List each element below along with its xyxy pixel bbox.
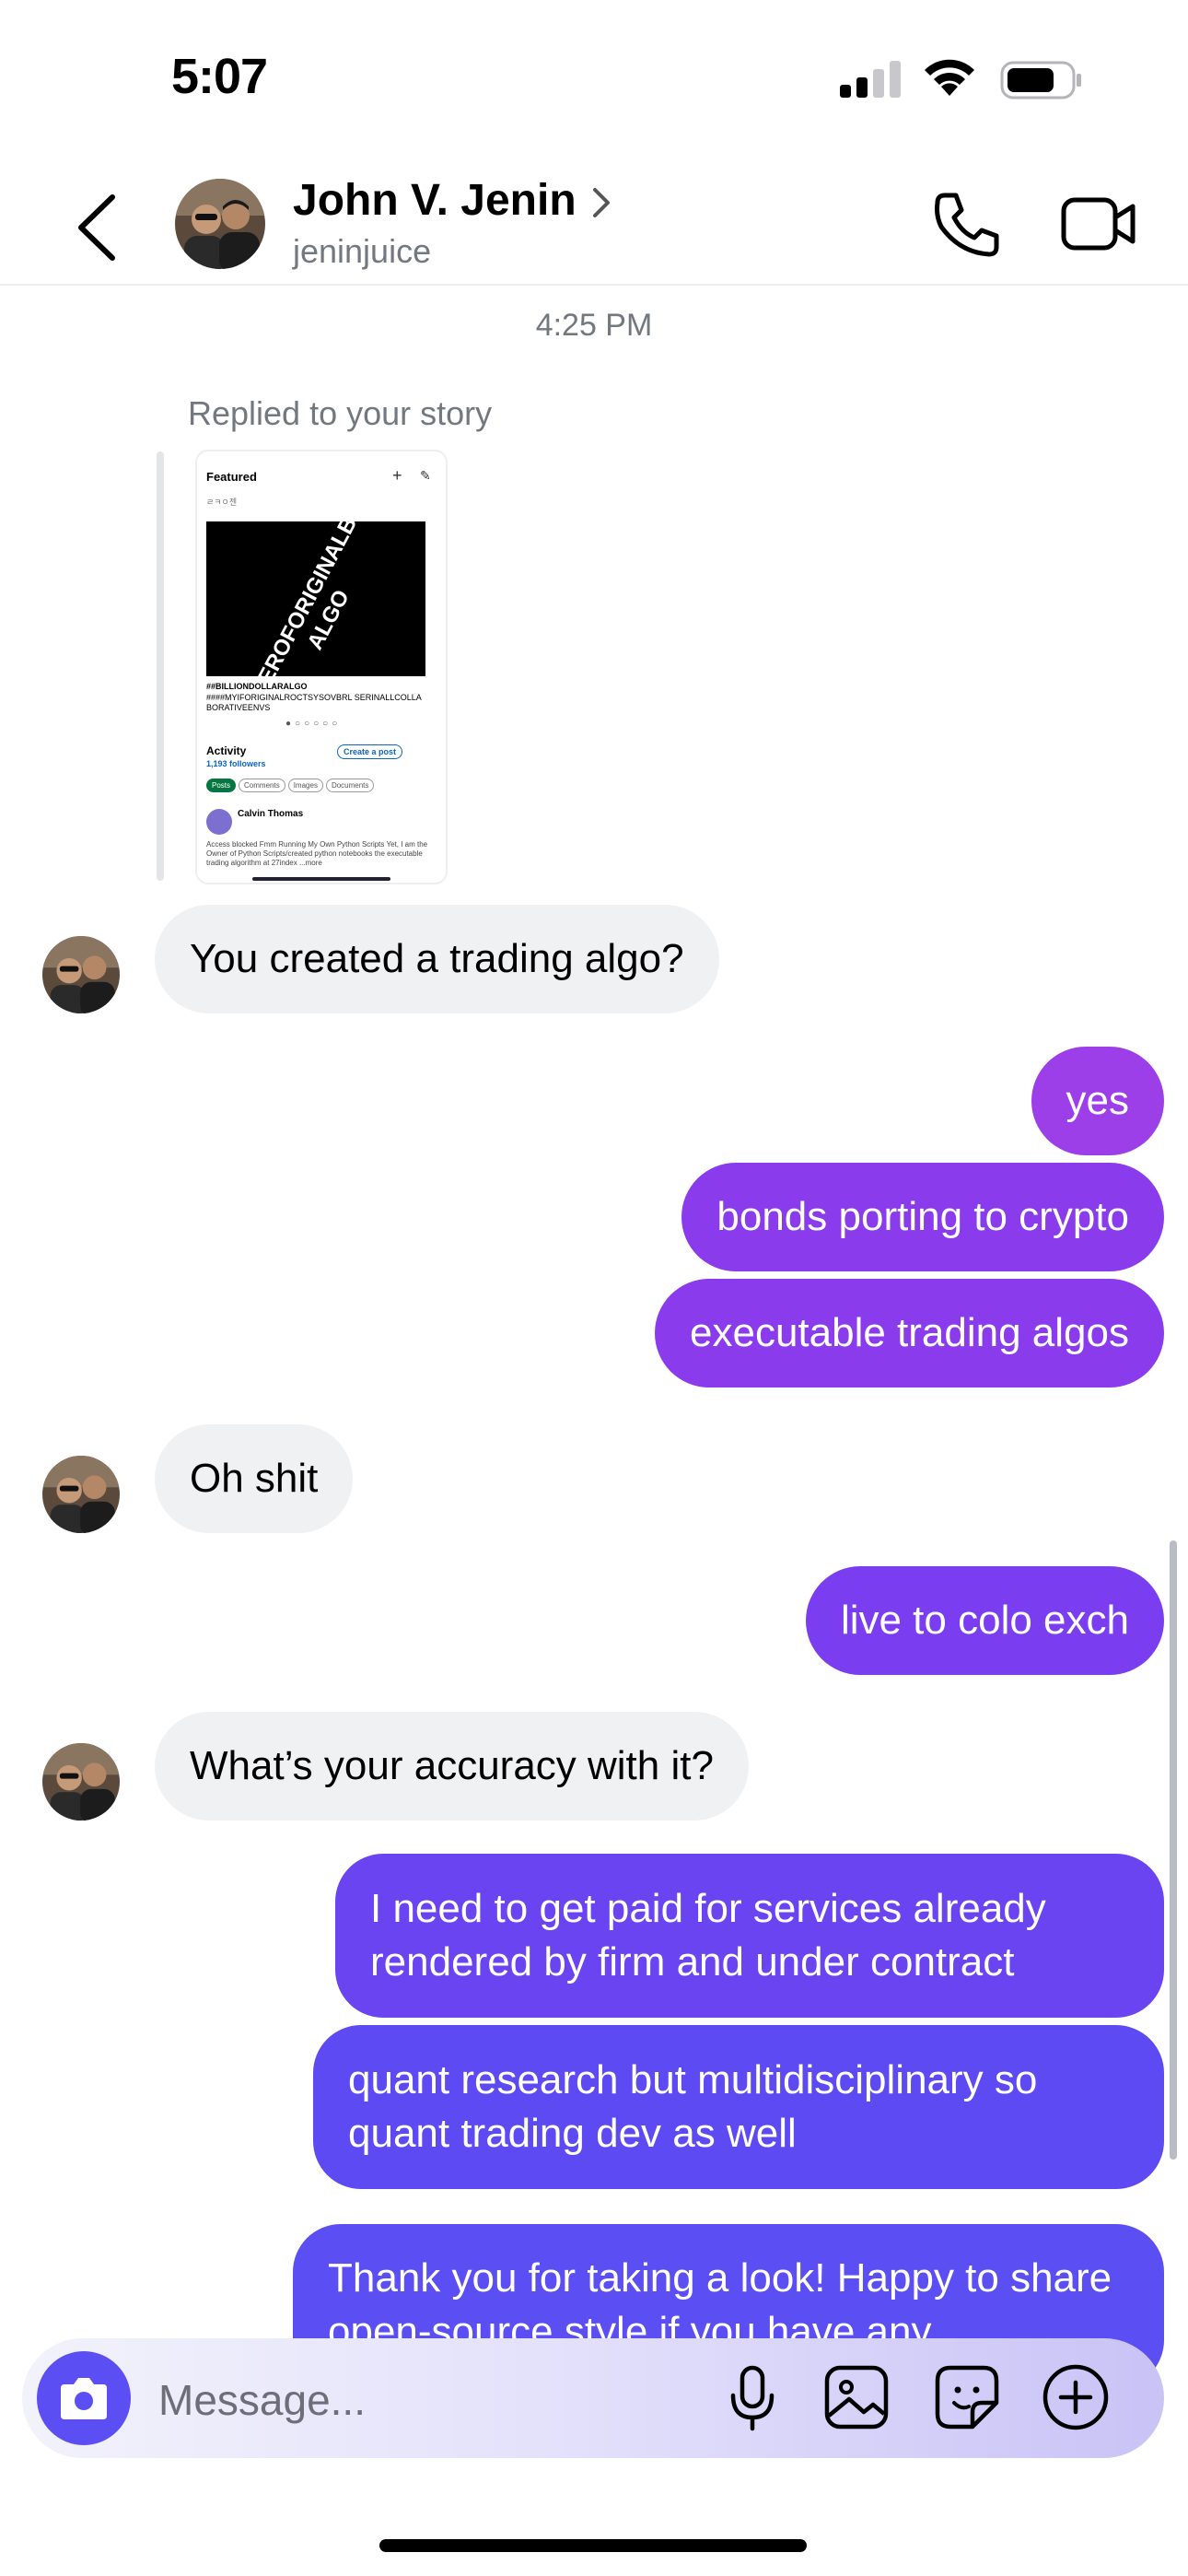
scrollbar[interactable]: [1170, 1540, 1177, 2160]
story-small-label: ㄹㅋㅇ젠: [206, 498, 238, 507]
back-arrow-icon[interactable]: [64, 190, 129, 265]
battery-icon: [1000, 61, 1081, 100]
replied-to-story-label: Replied to your story: [188, 394, 493, 432]
contact-name[interactable]: John V. Jenin: [293, 175, 577, 226]
sender-avatar[interactable]: [42, 1743, 120, 1821]
story-pill: Posts: [206, 779, 237, 792]
story-author-avatar: [206, 809, 232, 835]
story-pill: Images: [287, 779, 323, 792]
message-bubble-outgoing[interactable]: live to colo exch: [805, 1566, 1164, 1675]
plus-circle-icon[interactable]: [1041, 2362, 1111, 2432]
pencil-icon: ✎: [420, 468, 431, 483]
camera-icon: [61, 2378, 107, 2419]
story-author: Calvin Thomas: [238, 809, 304, 819]
wifi-icon: [925, 59, 974, 96]
story-bottom-bar: [252, 877, 390, 881]
chat-header: John V. Jenin jeninjuice: [0, 162, 1188, 286]
message-bubble-incoming[interactable]: What’s your accuracy with it?: [155, 1712, 749, 1821]
home-indicator[interactable]: [379, 2539, 807, 2552]
story-preview[interactable]: Featured + ✎ ㄹㅋㅇ젠 OWNEROFORIGINALBILLI A…: [195, 450, 448, 884]
story-image-text: OWNEROFORIGINALBILLI ALGO: [227, 521, 381, 676]
phone-icon[interactable]: [932, 190, 1002, 260]
message-bubble-outgoing[interactable]: bonds porting to crypto: [681, 1163, 1164, 1271]
status-time: 5:07: [171, 49, 268, 104]
message-bubble-outgoing[interactable]: quant research but multidisciplinary so …: [313, 2025, 1164, 2189]
story-pill: Documents: [325, 779, 375, 792]
plus-icon: +: [392, 466, 402, 485]
story-followers: 1,193 followers: [206, 759, 266, 768]
story-filter-pills: Posts Comments Images Documents: [206, 776, 377, 792]
message-bubble-outgoing[interactable]: yes: [1031, 1047, 1164, 1155]
reply-quote-bar: [157, 451, 164, 881]
message-input[interactable]: [157, 2371, 676, 2429]
message-bubble-incoming[interactable]: You created a trading algo?: [155, 905, 719, 1013]
story-post-body: Access blocked Fmm Running My Own Python…: [206, 840, 428, 867]
story-pill: Comments: [239, 779, 285, 792]
cellular-signal-icon: [840, 61, 901, 98]
sticker-icon[interactable]: [934, 2364, 1000, 2430]
message-bubble-outgoing[interactable]: executable trading algos: [655, 1279, 1164, 1388]
carousel-dots: ●○○○○○: [285, 719, 342, 729]
story-image: OWNEROFORIGINALBILLI ALGO: [206, 521, 425, 676]
gallery-icon[interactable]: [823, 2364, 890, 2430]
camera-button[interactable]: [37, 2351, 131, 2445]
story-caption-title: ##BILLIONDOLLARALGO: [206, 682, 308, 691]
contact-username[interactable]: jeninjuice: [293, 232, 431, 271]
chevron-right-icon[interactable]: [589, 184, 613, 221]
message-bubble-outgoing[interactable]: I need to get paid for services already …: [335, 1854, 1164, 2018]
message-composer: [22, 2338, 1164, 2458]
video-camera-icon[interactable]: [1061, 195, 1136, 252]
message-bubble-incoming[interactable]: Oh shit: [155, 1424, 354, 1533]
story-caption-body: ####MYIFORIGINALROCTSYSOVBRL SERINALLCOL…: [206, 693, 422, 712]
story-featured-label: Featured: [206, 470, 257, 484]
contact-avatar[interactable]: [175, 179, 265, 269]
story-activity-label: Activity: [206, 744, 247, 757]
microphone-icon[interactable]: [720, 2364, 785, 2432]
story-create-post: Create a post: [337, 744, 403, 759]
sender-avatar[interactable]: [42, 936, 120, 1013]
message-timestamp: 4:25 PM: [535, 308, 653, 343]
sender-avatar[interactable]: [42, 1456, 120, 1533]
